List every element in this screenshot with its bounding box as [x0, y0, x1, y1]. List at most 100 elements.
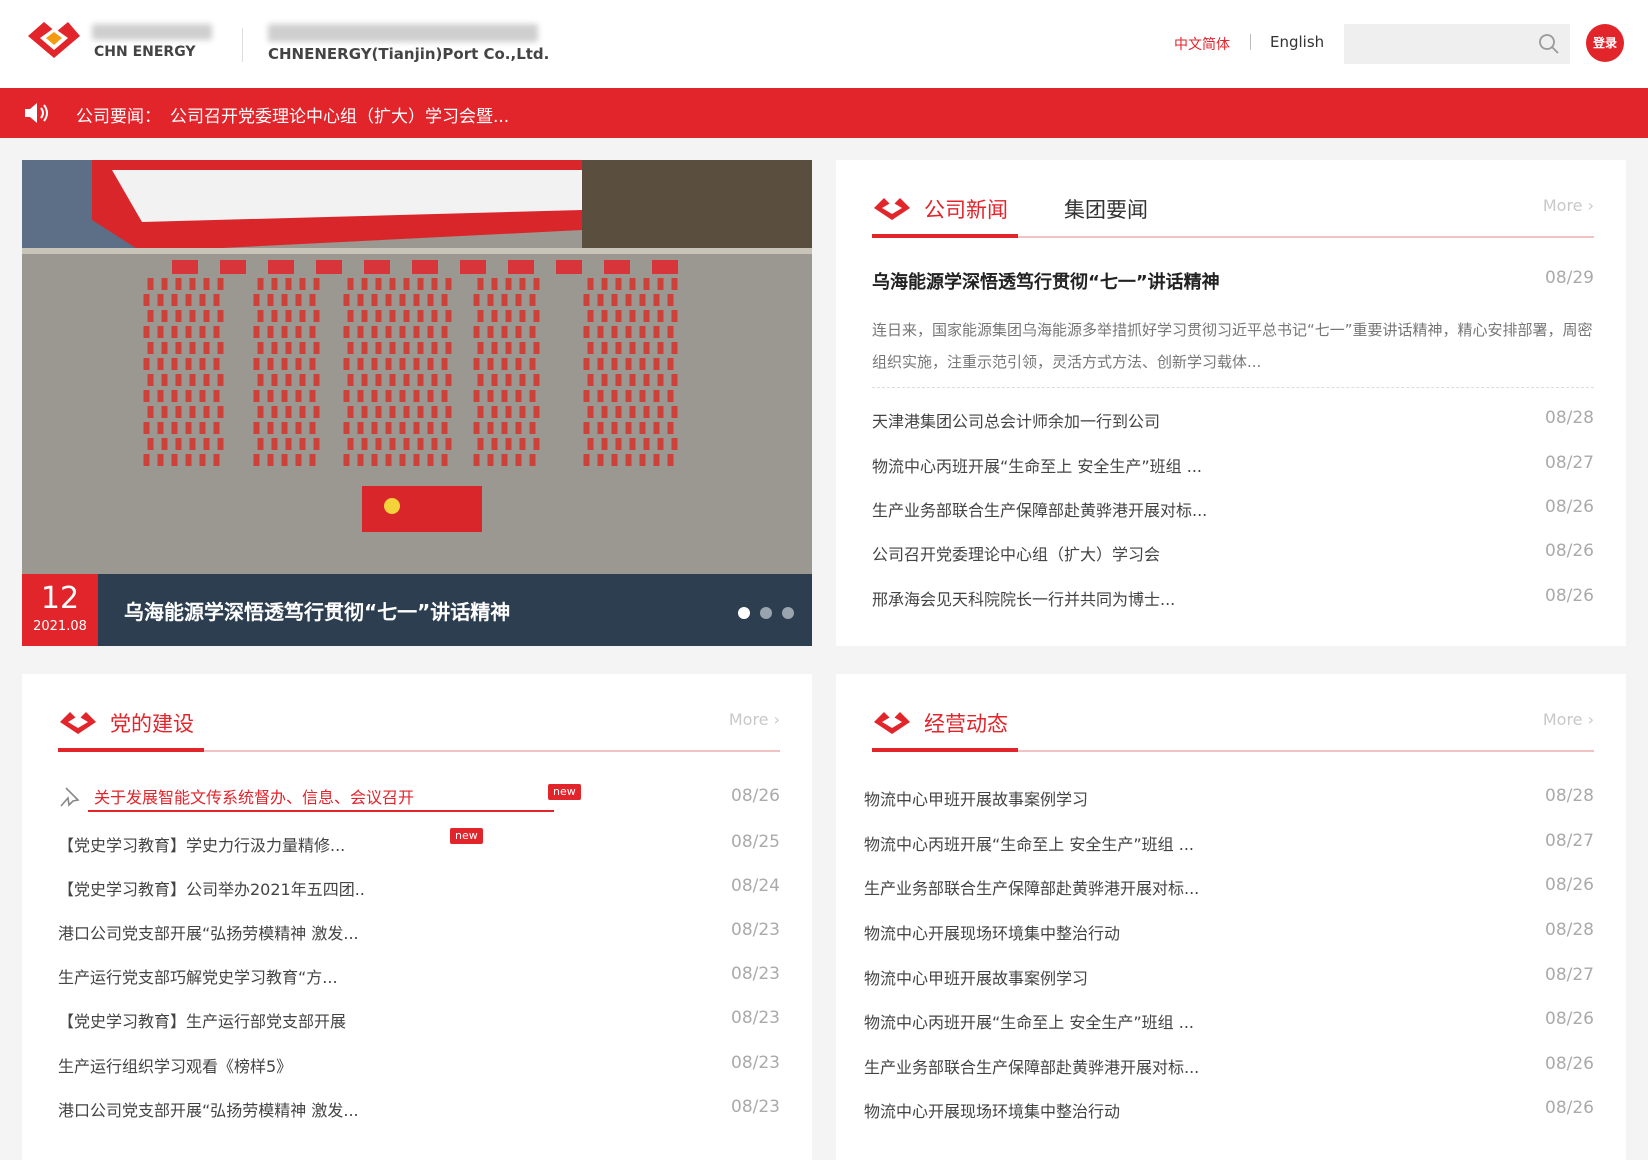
list-item[interactable]: 生产运行党支部巧解党史学习教育“方... 08/23 [58, 964, 780, 988]
list-item-title[interactable]: 天津港集团公司总会计师余加一行到公司 [872, 408, 1160, 432]
search-input[interactable] [1344, 24, 1570, 64]
list-item-title[interactable]: 物流中心丙班开展“生命至上 安全生产”班组 ... [864, 1009, 1194, 1033]
list-item-title[interactable]: 生产运行党支部巧解党史学习教育“方... [58, 964, 338, 988]
operations-title[interactable]: 经营动态 [924, 708, 1008, 738]
list-item-date: 08/23 [731, 920, 780, 940]
list-item-title[interactable]: 生产业务部联合生产保障部赴黄骅港开展对标... [864, 875, 1199, 899]
list-item[interactable]: 物流中心甲班开展故事案例学习 08/27 [864, 965, 1594, 989]
list-item[interactable]: 【党史学习教育】生产运行部党支部开展 08/23 [58, 1008, 780, 1032]
list-item-title[interactable]: 【党史学习教育】公司举办2021年五四团.. [58, 876, 365, 900]
speaker-icon [25, 103, 48, 123]
list-item[interactable]: 港口公司党支部开展“弘扬劳模精神 激发... 08/23 [58, 1097, 780, 1121]
list-item[interactable]: 物流中心开展现场环境集中整治行动 08/26 [864, 1098, 1594, 1122]
list-item-date: 08/27 [1545, 831, 1594, 851]
section-logo-icon [60, 712, 96, 734]
list-item-date: 08/26 [1545, 1054, 1594, 1074]
list-item-title[interactable]: 【党史学习教育】生产运行部党支部开展 [58, 1008, 346, 1032]
lang-chinese-link[interactable]: 中文简体 [1174, 34, 1230, 54]
list-item[interactable]: 物流中心丙班开展“生命至上 安全生产”班组 ... 08/26 [864, 1009, 1594, 1033]
party-building-more-link[interactable]: More › [729, 710, 780, 729]
list-item[interactable]: 物流中心开展现场环境集中整治行动 08/28 [864, 920, 1594, 944]
list-item-date: 08/26 [1545, 497, 1594, 517]
list-item-date: 08/24 [731, 876, 780, 896]
tab-company-news[interactable]: 公司新闻 [924, 194, 1008, 224]
party-building-header: 党的建设 More › [58, 696, 780, 752]
chn-energy-logo-icon[interactable] [26, 18, 82, 62]
list-item-date: 08/23 [731, 1053, 780, 1073]
list-item-date: 08/23 [731, 964, 780, 984]
notice-label: 公司要闻： [76, 107, 161, 127]
list-item-title[interactable]: 物流中心甲班开展故事案例学习 [864, 786, 1088, 810]
carousel-date-year-month: 2021.08 [33, 619, 87, 634]
featured-news-summary: 连日来，国家能源集团乌海能源多举措抓好学习贯彻习近平总书记“七一”重要讲话精神，… [872, 321, 1593, 371]
search-icon[interactable] [1538, 33, 1560, 55]
list-item[interactable]: 天津港集团公司总会计师余加一行到公司 08/28 [872, 408, 1594, 432]
pinned-news-underline [88, 810, 554, 812]
lang-english-link[interactable]: English [1270, 33, 1324, 51]
news-carousel[interactable]: 12 2021.08 乌海能源学深悟透笃行贯彻“七一”讲话精神 [22, 160, 812, 646]
list-item[interactable]: 生产业务部联合生产保障部赴黄骅港开展对标... 08/26 [872, 497, 1594, 521]
carousel-dots [728, 604, 794, 623]
logo-text-obscured [92, 24, 212, 40]
list-item[interactable]: 生产业务部联合生产保障部赴黄骅港开展对标... 08/26 [864, 1054, 1594, 1078]
company-news-more-link[interactable]: More › [1543, 196, 1594, 215]
lang-separator [1250, 34, 1251, 50]
notice-link[interactable]: 公司召开党委理论中心组（扩大）学习会暨... [170, 102, 509, 127]
list-item-title[interactable]: 生产业务部联合生产保障部赴黄骅港开展对标... [864, 1054, 1199, 1078]
list-item[interactable]: 邢承海会见天科院院长一行并共同为博士... 08/26 [872, 586, 1594, 610]
list-item-title[interactable]: 邢承海会见天科院院长一行并共同为博士... [872, 586, 1175, 610]
new-badge: new [450, 828, 483, 844]
operations-more-link[interactable]: More › [1543, 710, 1594, 729]
list-item-title[interactable]: 物流中心甲班开展故事案例学习 [864, 965, 1088, 989]
list-item[interactable]: 物流中心甲班开展故事案例学习 08/28 [864, 786, 1594, 810]
list-item-title[interactable]: 物流中心丙班开展“生命至上 安全生产”班组 ... [872, 453, 1202, 477]
company-name-en: CHNENERGY(Tianjin)Port Co.,Ltd. [268, 45, 550, 63]
carousel-caption[interactable]: 12 2021.08 乌海能源学深悟透笃行贯彻“七一”讲话精神 [22, 574, 812, 646]
list-item-title[interactable]: 物流中心丙班开展“生命至上 安全生产”班组 ... [864, 831, 1194, 855]
notice-bar: 公司要闻： 公司召开党委理论中心组（扩大）学习会暨... [0, 88, 1648, 138]
list-item-date: 08/26 [1545, 1098, 1594, 1118]
list-item[interactable]: 【党史学习教育】公司举办2021年五四团.. 08/24 [58, 876, 780, 900]
list-item-date: 08/26 [731, 786, 780, 806]
carousel-dot-3[interactable] [782, 607, 794, 619]
party-building-title[interactable]: 党的建设 [110, 708, 194, 738]
carousel-title[interactable]: 乌海能源学深悟透笃行贯彻“七一”讲话精神 [124, 596, 510, 625]
site-header: CHN ENERGY CHNENERGY(Tianjin)Port Co.,Lt… [0, 0, 1648, 88]
list-item[interactable]: 生产运行组织学习观看《榜样5》 08/23 [58, 1053, 780, 1077]
tab-group-news[interactable]: 集团要闻 [1064, 194, 1148, 224]
list-item[interactable]: 港口公司党支部开展“弘扬劳模精神 激发... 08/23 [58, 920, 780, 944]
carousel-dot-2[interactable] [760, 607, 772, 619]
list-item-title[interactable]: 公司召开党委理论中心组（扩大）学习会 [872, 541, 1160, 565]
company-name-obscured [268, 24, 538, 42]
list-item[interactable]: 生产业务部联合生产保障部赴黄骅港开展对标... 08/26 [864, 875, 1594, 899]
list-item-title[interactable]: 港口公司党支部开展“弘扬劳模精神 激发... [58, 1097, 359, 1121]
active-tab-underline [58, 748, 204, 752]
list-item-date: 08/26 [1545, 586, 1594, 606]
carousel-date-day: 12 [40, 581, 80, 616]
carousel-dot-1[interactable] [738, 607, 750, 619]
list-item[interactable]: 物流中心丙班开展“生命至上 安全生产”班组 ... 08/27 [864, 831, 1594, 855]
list-item-date: 08/26 [1545, 541, 1594, 561]
list-item-title[interactable]: 港口公司党支部开展“弘扬劳模精神 激发... [58, 920, 359, 944]
featured-news-date: 08/29 [1545, 268, 1594, 288]
list-item[interactable]: 公司召开党委理论中心组（扩大）学习会 08/26 [872, 541, 1594, 565]
list-item-title[interactable]: 生产业务部联合生产保障部赴黄骅港开展对标... [872, 497, 1207, 521]
operations-header: 经营动态 More › [872, 696, 1594, 752]
section-logo-icon [874, 198, 910, 220]
featured-news-title[interactable]: 乌海能源学深悟透笃行贯彻“七一”讲话精神 [872, 268, 1220, 294]
list-item-date: 08/23 [731, 1097, 780, 1117]
list-item[interactable]: 物流中心丙班开展“生命至上 安全生产”班组 ... 08/27 [872, 453, 1594, 477]
featured-divider [872, 387, 1594, 388]
list-item-title[interactable]: 物流中心开展现场环境集中整治行动 [864, 920, 1120, 944]
list-item-title[interactable]: 【党史学习教育】学史力行汲力量精修... [58, 832, 345, 856]
list-item-title[interactable]: 物流中心开展现场环境集中整治行动 [864, 1098, 1120, 1122]
list-item-title[interactable]: 生产运行组织学习观看《榜样5》 [58, 1053, 292, 1077]
list-item-date: 08/28 [1545, 786, 1594, 806]
list-item[interactable]: 【党史学习教育】学史力行汲力量精修... 08/25 [58, 832, 780, 856]
login-button[interactable]: 登录 [1586, 24, 1624, 62]
list-item-date: 08/28 [1545, 920, 1594, 940]
logo-text-en: CHN ENERGY [94, 44, 196, 60]
operations-panel: 经营动态 More › 物流中心甲班开展故事案例学习 08/28 物流中心丙班开展… [836, 674, 1626, 1160]
list-item-date: 08/25 [731, 832, 780, 852]
carousel-photo[interactable] [22, 160, 812, 574]
